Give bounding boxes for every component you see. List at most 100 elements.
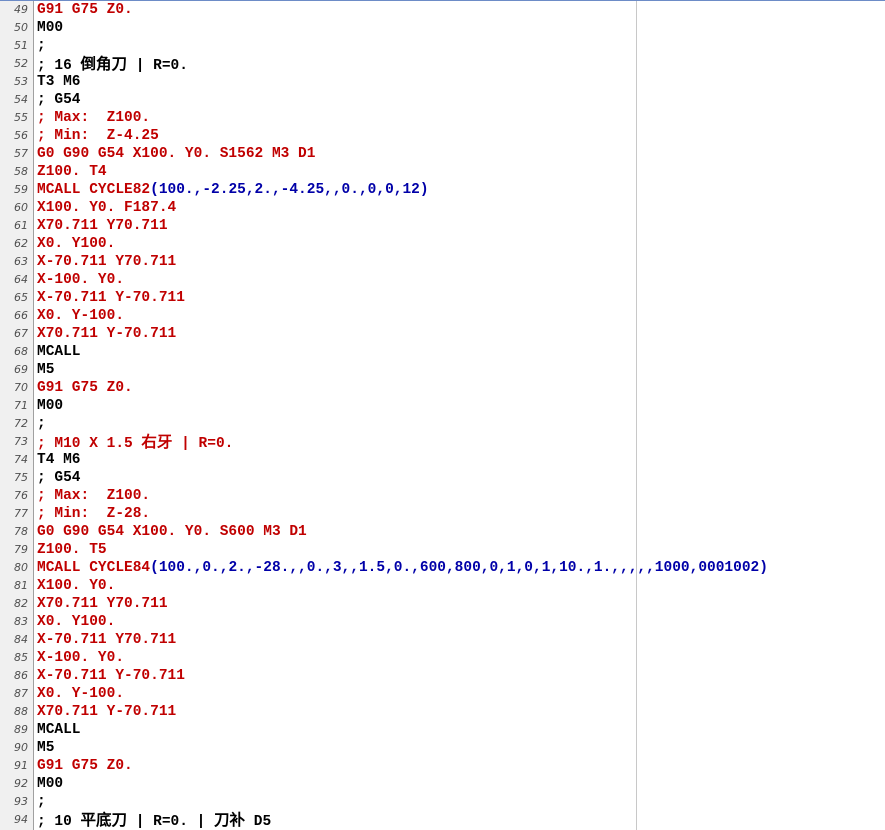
code-line[interactable]: 65 X-70.711 Y-70.711 <box>0 289 885 307</box>
code-line[interactable]: 69 M5 <box>0 361 885 379</box>
line-number: 54 <box>14 93 28 106</box>
code-text: ; 16 倒角刀 | R=0. <box>37 55 188 75</box>
code-text: X-70.711 Y-70.711 <box>37 289 185 307</box>
code-text: T3 M6 <box>37 73 81 91</box>
line-number: 66 <box>14 309 28 322</box>
line-number: 51 <box>14 39 28 52</box>
code-line[interactable]: 94 ; 10 平底刀 | R=0. | 刀补 D5 <box>0 811 885 830</box>
code-token: X0. Y-100. <box>37 308 125 324</box>
code-line[interactable]: 88 X70.711 Y-70.711 <box>0 703 885 721</box>
line-number: 60 <box>14 201 28 214</box>
code-token: G0 G90 G54 X100. Y0. S1562 M3 D1 <box>37 146 316 162</box>
code-token: X-100. Y0. <box>37 272 125 288</box>
code-line[interactable]: 68 MCALL <box>0 343 885 361</box>
code-text: G91 G75 Z0. <box>37 757 133 775</box>
code-line[interactable]: 54 ; G54 <box>0 91 885 109</box>
code-token: | R=0. <box>127 58 188 74</box>
code-text: X-70.711 Y70.711 <box>37 631 176 649</box>
code-line[interactable]: 56 ; Min: Z-4.25 <box>0 127 885 145</box>
code-line[interactable]: 76 ; Max: Z100. <box>0 487 885 505</box>
code-line[interactable]: 63 X-70.711 Y70.711 <box>0 253 885 271</box>
code-line[interactable]: 79 Z100. T5 <box>0 541 885 559</box>
code-lines[interactable]: 49 G91 G75 Z0. 50 M00 51; 52; 16 倒角刀 | R=0. 53… <box>0 1 885 830</box>
line-number: 71 <box>14 399 28 412</box>
code-line[interactable]: 66 X0. Y-100. <box>0 307 885 325</box>
code-token: MCALL <box>37 722 81 738</box>
code-line[interactable]: 52 ; 16 倒角刀 | R=0. <box>0 55 885 75</box>
line-number: 69 <box>14 363 28 376</box>
code-token: ; Min: Z-28. <box>37 506 151 522</box>
code-line[interactable]: 55 ; Max: Z100. <box>0 109 885 127</box>
code-line[interactable]: 49 G91 G75 Z0. <box>0 1 885 19</box>
code-line[interactable]: 89 MCALL <box>0 721 885 739</box>
code-text: ; 10 平底刀 | R=0. | 刀补 D5 <box>37 811 271 830</box>
code-text: X-100. Y0. <box>37 649 124 667</box>
line-number: 83 <box>14 615 28 628</box>
code-text: X0. Y-100. <box>37 307 124 325</box>
code-line[interactable]: 80 MCALL CYCLE84(100.,0.,2.,-28.,,0.,3,,1… <box>0 559 885 577</box>
code-line[interactable]: 59 MCALL CYCLE82(100.,-2.25,2.,-4.25,,0.,… <box>0 181 885 199</box>
code-token: | R=0. | <box>127 814 215 830</box>
code-line[interactable]: 67 X70.711 Y-70.711 <box>0 325 885 343</box>
code-token: X0. Y-100. <box>37 686 125 702</box>
code-token: | R=0. <box>172 436 234 452</box>
line-number: 52 <box>14 57 28 70</box>
code-text: Z100. T4 <box>37 163 107 181</box>
code-line[interactable]: 60 X100. Y0. F187.4 <box>0 199 885 217</box>
code-text: ; G54 <box>37 91 81 109</box>
code-line[interactable]: 73 ; M10 X 1.5 右牙 | R=0. <box>0 433 885 452</box>
code-line[interactable]: 85 X-100. Y0. <box>0 649 885 667</box>
code-line[interactable]: 64 X-100. Y0. <box>0 271 885 289</box>
code-token: ; <box>37 38 46 54</box>
line-number: 65 <box>14 291 28 304</box>
code-line[interactable]: 75 ; G54 <box>0 469 885 487</box>
code-token: M5 <box>37 362 55 378</box>
code-line[interactable]: 74 T4 M6 <box>0 451 885 469</box>
code-line[interactable]: 90 M5 <box>0 739 885 757</box>
code-line[interactable]: 78 G0 G90 G54 X100. Y0. S600 M3 D1 <box>0 523 885 541</box>
code-line[interactable]: 62 X0. Y100. <box>0 235 885 253</box>
code-token: X-70.711 Y-70.711 <box>37 668 185 684</box>
code-line[interactable]: 92 M00 <box>0 775 885 793</box>
line-number: 74 <box>14 453 28 466</box>
code-line[interactable]: 72; <box>0 415 885 433</box>
code-token: ; <box>37 794 46 810</box>
code-line[interactable]: 58 Z100. T4 <box>0 163 885 181</box>
code-text: G91 G75 Z0. <box>37 1 133 19</box>
code-token: M5 <box>37 740 55 756</box>
line-number: 49 <box>14 3 28 16</box>
code-text: ; <box>37 415 46 433</box>
code-token: MCALL <box>37 344 81 360</box>
code-line[interactable]: 86 X-70.711 Y-70.711 <box>0 667 885 685</box>
code-line[interactable]: 87 X0. Y-100. <box>0 685 885 703</box>
code-line[interactable]: 50 M00 <box>0 19 885 37</box>
code-editor[interactable]: 49 G91 G75 Z0. 50 M00 51; 52; 16 倒角刀 | R=0. 53… <box>0 0 885 830</box>
code-token: X70.711 Y-70.711 <box>37 704 177 720</box>
code-line[interactable]: 71 M00 <box>0 397 885 415</box>
code-token: X100. Y0. <box>37 578 116 594</box>
code-text: X70.711 Y70.711 <box>37 217 168 235</box>
code-line[interactable]: 51; <box>0 37 885 55</box>
code-token: M00 <box>37 776 64 792</box>
line-number: 85 <box>14 651 28 664</box>
code-line[interactable]: 82 X70.711 Y70.711 <box>0 595 885 613</box>
code-line[interactable]: 61 X70.711 Y70.711 <box>0 217 885 235</box>
code-text: M00 <box>37 397 63 415</box>
code-line[interactable]: 53 T3 M6 <box>0 73 885 91</box>
line-number: 75 <box>14 471 28 484</box>
line-number: 91 <box>14 759 28 772</box>
code-line[interactable]: 81 X100. Y0. <box>0 577 885 595</box>
line-number: 61 <box>14 219 28 232</box>
code-line[interactable]: 83 X0. Y100. <box>0 613 885 631</box>
line-number: 67 <box>14 327 28 340</box>
code-text: X0. Y100. <box>37 235 115 253</box>
code-line[interactable]: 93; <box>0 793 885 811</box>
code-line[interactable]: 57 G0 G90 G54 X100. Y0. S1562 M3 D1 <box>0 145 885 163</box>
line-number: 77 <box>14 507 28 520</box>
line-number: 68 <box>14 345 28 358</box>
code-line[interactable]: 84 X-70.711 Y70.711 <box>0 631 885 649</box>
code-line[interactable]: 91 G91 G75 Z0. <box>0 757 885 775</box>
code-line[interactable]: 77 ; Min: Z-28. <box>0 505 885 523</box>
code-line[interactable]: 70 G91 G75 Z0. <box>0 379 885 397</box>
code-token: G91 G75 Z0. <box>37 380 133 396</box>
